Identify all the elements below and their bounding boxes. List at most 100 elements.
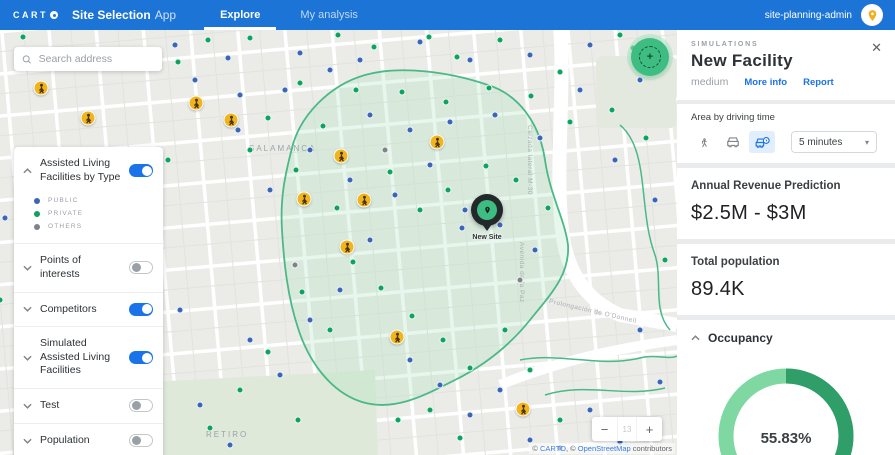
competitor-marker[interactable] — [296, 191, 312, 207]
layer-toggle-assisted-living-facilities-by-type[interactable] — [129, 164, 153, 178]
zoom-in-button[interactable]: + — [637, 417, 662, 441]
competitor-marker[interactable] — [33, 80, 49, 96]
competitor-marker[interactable] — [339, 239, 355, 255]
facility-dot-private[interactable] — [556, 416, 564, 424]
facility-dot-private[interactable] — [456, 434, 464, 442]
layer-row-simulated-assisted-living-facilities[interactable]: Simulated Assisted Living Facilities — [14, 326, 163, 388]
facility-dot-private[interactable] — [426, 406, 434, 414]
layer-row-test[interactable]: Test — [14, 388, 163, 423]
layer-row-points-of-interests[interactable]: Points of interests — [14, 243, 163, 291]
facility-dot-private[interactable] — [444, 186, 452, 194]
facility-dot-public[interactable] — [406, 126, 414, 134]
facility-dot-private[interactable] — [466, 364, 474, 372]
facility-dot-private[interactable] — [370, 43, 378, 51]
zoom-out-button[interactable]: − — [592, 417, 617, 441]
facility-dot-private[interactable] — [526, 366, 534, 374]
carto-attribution-link[interactable]: CARTO — [540, 444, 566, 453]
chevron-up-icon[interactable] — [23, 167, 32, 174]
competitor-marker[interactable] — [223, 112, 239, 128]
facility-dot-public[interactable] — [171, 41, 179, 49]
facility-dot-public[interactable] — [176, 306, 184, 314]
user-avatar[interactable] — [861, 4, 883, 26]
layer-row-population[interactable]: Population — [14, 422, 163, 455]
facility-dot-public[interactable] — [446, 118, 454, 126]
facility-dot-public[interactable] — [196, 401, 204, 409]
facility-dot-private[interactable] — [0, 296, 4, 304]
facility-dot-public[interactable] — [531, 246, 539, 254]
facility-dot-private[interactable] — [334, 31, 342, 39]
facility-dot-private[interactable] — [377, 284, 385, 292]
facility-dot-public[interactable] — [236, 91, 244, 99]
facility-dot-public[interactable] — [458, 224, 466, 232]
facility-dot-public[interactable] — [491, 111, 499, 119]
facility-dot-private[interactable] — [485, 84, 493, 92]
facility-dot-private[interactable] — [164, 156, 172, 164]
facility-dot-public[interactable] — [336, 286, 344, 294]
facility-dot-private[interactable] — [349, 258, 357, 266]
competitor-marker[interactable] — [356, 192, 372, 208]
chevron-up-icon[interactable] — [691, 335, 700, 341]
facility-dot-public[interactable] — [586, 406, 594, 414]
mode-car-time-button[interactable] — [749, 131, 775, 153]
facility-dot-private[interactable] — [326, 326, 334, 334]
facility-dot-private[interactable] — [246, 34, 254, 42]
facility-dot-public[interactable] — [191, 76, 199, 84]
facility-dot-public[interactable] — [536, 134, 544, 142]
facility-dot-private[interactable] — [544, 204, 552, 212]
facility-dot-public[interactable] — [656, 378, 664, 386]
mode-car-button[interactable] — [720, 131, 746, 153]
facility-dot-private[interactable] — [264, 114, 272, 122]
address-search[interactable] — [14, 47, 162, 71]
facility-dot-public[interactable] — [651, 196, 659, 204]
facility-dot-public[interactable] — [586, 41, 594, 49]
facility-dot-public[interactable] — [496, 386, 504, 394]
facility-dot-private[interactable] — [298, 288, 306, 296]
facility-dot-private[interactable] — [386, 168, 394, 176]
chevron-down-icon[interactable] — [23, 403, 32, 409]
facility-dot-public[interactable] — [306, 146, 314, 154]
competitor-marker[interactable] — [515, 401, 531, 417]
chevron-down-icon[interactable] — [23, 438, 32, 444]
facility-dot-public[interactable] — [226, 441, 234, 449]
facility-dot-private[interactable] — [292, 166, 300, 174]
tab-explore[interactable]: Explore — [204, 0, 277, 30]
facility-dot-private[interactable] — [319, 122, 327, 130]
report-link[interactable]: Report — [803, 77, 834, 88]
chevron-down-icon[interactable] — [23, 355, 32, 361]
facility-dot-public[interactable] — [636, 76, 644, 84]
facility-dot-private[interactable] — [453, 53, 461, 61]
facility-dot-public[interactable] — [234, 126, 242, 134]
facility-dot-public[interactable] — [611, 156, 619, 164]
facility-dot-private[interactable] — [661, 256, 669, 264]
facility-dot-private[interactable] — [236, 386, 244, 394]
facility-dot-public[interactable] — [406, 356, 414, 364]
facility-dot-private[interactable] — [496, 36, 504, 44]
facility-dot-public[interactable] — [436, 381, 444, 389]
facility-dot-public[interactable] — [366, 236, 374, 244]
facility-dot-private[interactable] — [333, 204, 341, 212]
facility-dot-public[interactable] — [276, 371, 284, 379]
facility-dot-private[interactable] — [527, 92, 535, 100]
facility-dot-public[interactable] — [466, 56, 474, 64]
facility-dot-public[interactable] — [526, 51, 534, 59]
facility-dot-private[interactable] — [19, 33, 27, 41]
facility-dot-private[interactable] — [174, 58, 182, 66]
facility-dot-private[interactable] — [294, 416, 302, 424]
facility-dot-public[interactable] — [266, 186, 274, 194]
facility-dot-public[interactable] — [416, 38, 424, 46]
facility-dot-private[interactable] — [566, 118, 574, 126]
facility-dot-public[interactable] — [224, 54, 232, 62]
facility-dot-others[interactable] — [516, 276, 524, 284]
facility-dot-private[interactable] — [642, 134, 650, 142]
layer-row-assisted-living-facilities-by-type[interactable]: Assisted Living Facilities by Type — [14, 147, 163, 194]
facility-dot-public[interactable] — [296, 49, 304, 57]
facility-dot-public[interactable] — [306, 316, 314, 324]
layer-toggle-competitors[interactable] — [129, 302, 153, 316]
facility-dot-private[interactable] — [425, 33, 433, 41]
facility-dot-public[interactable] — [391, 191, 399, 199]
layer-toggle-test[interactable] — [129, 399, 153, 413]
competitor-marker[interactable] — [188, 95, 204, 111]
competitor-marker[interactable] — [429, 134, 445, 150]
new-site-balloon[interactable] — [471, 194, 503, 231]
mode-walk-button[interactable] — [691, 131, 717, 153]
